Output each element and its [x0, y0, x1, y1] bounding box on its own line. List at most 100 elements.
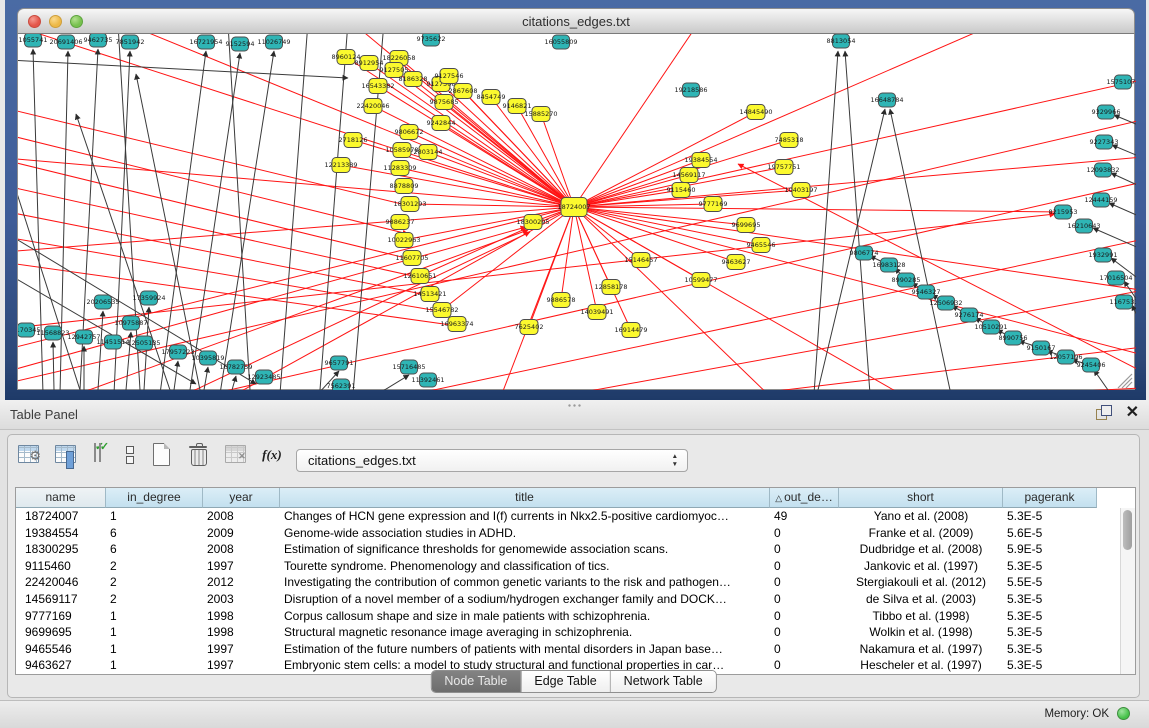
table-cell-in_degree[interactable]: 1	[106, 657, 203, 674]
graph-node[interactable]: 18301293	[393, 197, 426, 212]
network-window-titlebar[interactable]: citations_edges.txt	[17, 8, 1135, 34]
graph-node[interactable]: 8990756	[999, 331, 1028, 345]
graph-node[interactable]: 14039491	[580, 305, 613, 320]
table-cell-name[interactable]: 9777169	[16, 608, 106, 625]
graph-node[interactable]: 9329966	[1092, 105, 1121, 119]
table-cell-title[interactable]: Structural magnetic resonance image aver…	[280, 624, 770, 641]
graph-node[interactable]: 12213389	[324, 158, 357, 173]
table-cell-title[interactable]: Changes of HCN gene expression and I(f) …	[280, 508, 770, 525]
table-settings-icon[interactable]	[16, 441, 42, 469]
graph-node[interactable]: 16914479	[614, 323, 647, 338]
column-header-title[interactable]: title	[280, 488, 770, 508]
close-panel-icon[interactable]: ✕	[1126, 405, 1139, 421]
table-row[interactable]: 977716911998Corpus callosum shape and si…	[16, 608, 1135, 625]
network-window[interactable]: citations_edges.txt 10557412069140694627…	[17, 8, 1135, 390]
graph-node[interactable]: 11026749	[257, 35, 290, 49]
graph-node[interactable]: 17016504	[1099, 271, 1132, 285]
table-row[interactable]: 1938455462009Genome-wide association stu…	[16, 525, 1135, 542]
graph-node[interactable]: 9886237	[386, 215, 415, 230]
table-cell-short[interactable]: Yano et al. (2008)	[839, 508, 1003, 525]
splitter-grip-icon[interactable]	[567, 403, 583, 408]
table-cell-out_de[interactable]: 0	[770, 541, 839, 558]
table-cell-name[interactable]: 22420046	[16, 574, 106, 591]
graph-node[interactable]: 9245406	[1077, 358, 1106, 372]
graph-edge-black[interactable]	[1109, 203, 1136, 220]
table-cell-title[interactable]: Estimation of significance thresholds fo…	[280, 541, 770, 558]
table-row[interactable]: 969969511998Structural magnetic resonanc…	[16, 624, 1135, 641]
table-cell-pagerank[interactable]: 5.3E-5	[1003, 624, 1097, 641]
table-row[interactable]: 946554611997Estimation of the future num…	[16, 641, 1135, 658]
graph-node[interactable]: 11392461	[411, 373, 444, 387]
table-cell-short[interactable]: Hescheler et al. (1997)	[839, 657, 1003, 674]
table-cell-year[interactable]: 1997	[203, 558, 280, 575]
graph-node[interactable]: 7562391	[327, 379, 356, 390]
table-cell-name[interactable]: 9115460	[16, 558, 106, 575]
table-cell-name[interactable]: 18724007	[16, 508, 106, 525]
tab-network-table[interactable]: Network Table	[610, 671, 716, 692]
table-cell-out_de[interactable]: 0	[770, 657, 839, 674]
select-columns-icon[interactable]	[53, 441, 79, 469]
table-panel-header[interactable]: Table Panel ✕	[0, 400, 1149, 430]
graph-node[interactable]: 1167533	[1110, 295, 1136, 309]
graph-node[interactable]: 9657791	[325, 356, 354, 370]
table-cell-out_de[interactable]: 0	[770, 608, 839, 625]
graph-edge-black[interactable]	[33, 49, 43, 390]
table-cell-name[interactable]: 9465546	[16, 641, 106, 658]
graph-node[interactable]: 17359924	[132, 291, 165, 305]
graph-edge-black[interactable]	[228, 34, 250, 390]
graph-node[interactable]: 22420046	[356, 99, 389, 114]
graph-node[interactable]: 15146457	[624, 253, 657, 268]
network-canvas[interactable]: 1055741206914069462735785194216721954915…	[17, 34, 1135, 390]
graph-node[interactable]: 10403197	[784, 183, 817, 198]
graph-node[interactable]: 20206535	[86, 295, 119, 309]
graph-node[interactable]: 11451514	[96, 335, 129, 349]
table-cell-title[interactable]: Genome-wide association studies in ADHD.	[280, 525, 770, 542]
graph-node[interactable]: 16963374	[440, 317, 473, 332]
table-cell-year[interactable]: 2008	[203, 508, 280, 525]
graph-node[interactable]: 7625402	[515, 320, 544, 335]
graph-node[interactable]: 14569117	[672, 168, 705, 183]
table-cell-short[interactable]: Franke et al. (2009)	[839, 525, 1003, 542]
graph-node[interactable]: 16210643	[1067, 219, 1100, 233]
graph-edge-black[interactable]	[174, 361, 178, 390]
memory-status-icon[interactable]	[1117, 707, 1130, 720]
graph-node[interactable]: 9777169	[699, 197, 728, 212]
table-cell-in_degree[interactable]: 2	[106, 574, 203, 591]
table-cell-short[interactable]: Jankovic et al. (1997)	[839, 558, 1003, 575]
graph-edge-black[interactable]	[320, 34, 348, 390]
table-cell-out_de[interactable]: 49	[770, 508, 839, 525]
graph-edge-red[interactable]	[18, 182, 422, 278]
graph-node[interactable]: 9227343	[1090, 135, 1119, 149]
graph-node[interactable]: 16648784	[870, 93, 903, 107]
attribute-table[interactable]: namein_degreeyeartitle△out_de…shortpager…	[15, 487, 1136, 675]
table-cell-name[interactable]: 9463627	[16, 657, 106, 674]
scrollbar-thumb[interactable]	[1123, 510, 1132, 550]
table-cell-in_degree[interactable]: 1	[106, 608, 203, 625]
graph-node[interactable]: 16782759	[219, 360, 252, 374]
table-cell-out_de[interactable]: 0	[770, 558, 839, 575]
float-panel-icon[interactable]	[1096, 405, 1112, 421]
table-cell-year[interactable]: 1997	[203, 641, 280, 658]
table-cell-short[interactable]: Tibbo et al. (1998)	[839, 608, 1003, 625]
graph-node[interactable]: 14513421	[413, 287, 446, 302]
table-cell-short[interactable]: de Silva et al. (2003)	[839, 591, 1003, 608]
table-cell-year[interactable]: 2008	[203, 541, 280, 558]
graph-node[interactable]: 16983128	[872, 258, 905, 272]
column-header-name[interactable]: name	[16, 488, 106, 508]
column-header-pagerank[interactable]: pagerank	[1003, 488, 1097, 508]
graph-edge-red[interactable]	[518, 284, 1136, 390]
rows-icon[interactable]	[120, 441, 136, 472]
graph-edge-black[interactable]	[204, 367, 208, 390]
table-cell-year[interactable]: 2009	[203, 525, 280, 542]
graph-node[interactable]: 16543382	[361, 79, 394, 94]
table-cell-in_degree[interactable]: 1	[106, 624, 203, 641]
column-header-year[interactable]: year	[203, 488, 280, 508]
graph-edge-black[interactable]	[378, 375, 409, 390]
table-row[interactable]: 1456911722003Disruption of a novel membe…	[16, 591, 1135, 608]
table-cell-pagerank[interactable]: 5.6E-5	[1003, 525, 1097, 542]
graph-node[interactable]: 12858178	[594, 280, 627, 295]
graph-node[interactable]: 2718126	[339, 133, 368, 148]
table-cell-title[interactable]: Investigating the contribution of common…	[280, 574, 770, 591]
graph-node[interactable]: 16055809	[544, 35, 577, 49]
graph-node[interactable]: 10975887	[114, 316, 147, 330]
